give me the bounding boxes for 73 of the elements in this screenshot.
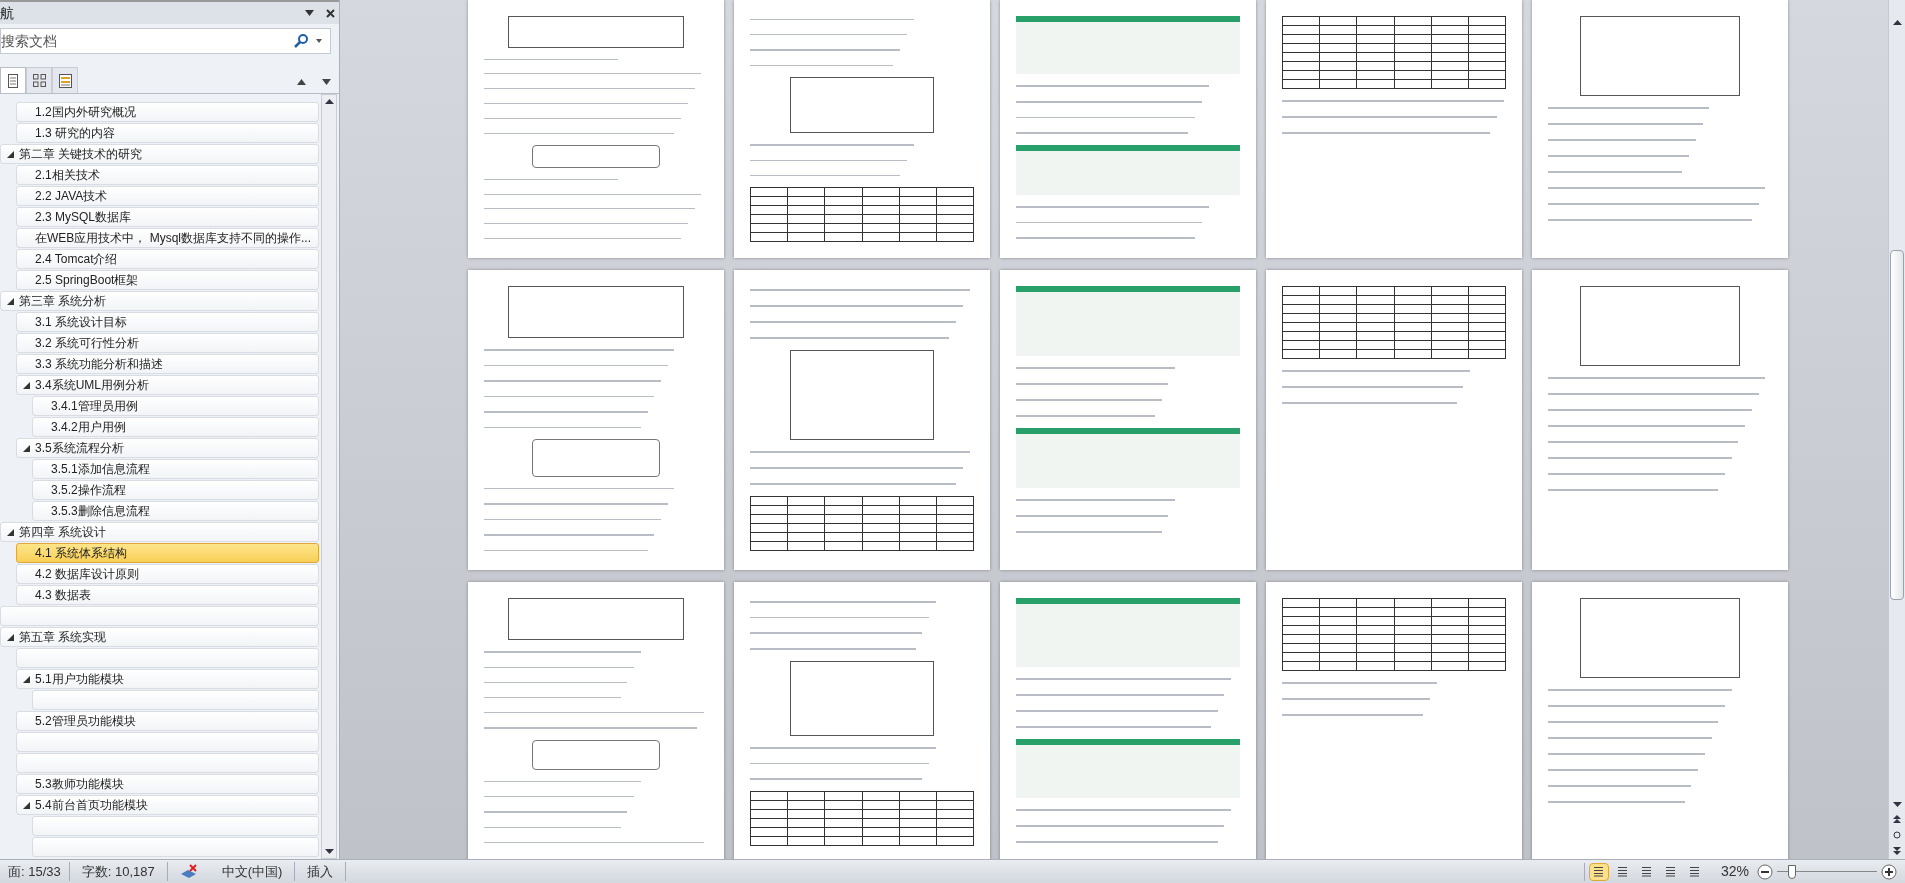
- layout-icon: [1641, 866, 1653, 877]
- layout-icon: [1617, 866, 1629, 877]
- tree-item[interactable]: 2.3 MySQL数据库: [16, 207, 319, 227]
- down-arrow-icon[interactable]: [322, 79, 331, 85]
- page-count[interactable]: 面: 15/33: [0, 861, 70, 882]
- up-arrow-icon[interactable]: [324, 99, 334, 104]
- view-tab[interactable]: [26, 67, 52, 93]
- scrollbar[interactable]: [321, 94, 337, 859]
- scrollbar[interactable]: [1888, 0, 1905, 859]
- collapse-triangle-icon[interactable]: [22, 675, 30, 683]
- browse-object-icon[interactable]: [1893, 831, 1901, 839]
- tree-item[interactable]: 5.1用户功能模块: [16, 669, 319, 689]
- dropdown-caret-icon[interactable]: [305, 10, 314, 16]
- tree-item[interactable]: 3.5系统流程分析: [16, 438, 319, 458]
- close-icon[interactable]: [326, 8, 335, 18]
- layout-icon: [1593, 866, 1605, 877]
- tree-item[interactable]: 3.5.2操作流程: [32, 480, 319, 500]
- view-button[interactable]: [1588, 862, 1609, 881]
- tree-item[interactable]: 4.1 系统体系结构: [16, 543, 319, 563]
- zoom-out-icon[interactable]: [1757, 863, 1773, 880]
- next-page-icon[interactable]: [1893, 847, 1901, 855]
- document-icon: [8, 73, 18, 88]
- tree-item[interactable]: 3.5.1添加信息流程: [32, 459, 319, 479]
- zoom-slider[interactable]: [1777, 864, 1877, 879]
- tree-item[interactable]: 1.3 研究的内容: [16, 123, 319, 143]
- down-arrow-icon[interactable]: [324, 849, 334, 854]
- view-tab[interactable]: [52, 67, 78, 93]
- tree-item[interactable]: 2.5 SpringBoot框架: [16, 270, 319, 290]
- slider-thumb[interactable]: [1788, 864, 1796, 879]
- scroll-thumb[interactable]: [1890, 250, 1904, 600]
- down-arrow-icon[interactable]: [1892, 802, 1902, 807]
- insert-mode[interactable]: 插入: [295, 861, 347, 882]
- tree-item[interactable]: 3.2 系统可行性分析: [16, 333, 319, 353]
- tree-item[interactable]: 3.3 系统功能分析和描述: [16, 354, 319, 374]
- collapse-triangle-icon[interactable]: [6, 633, 14, 641]
- previous-page-icon[interactable]: [1893, 815, 1901, 823]
- tree-item[interactable]: 3.4.2用户用例: [32, 417, 319, 437]
- tree-item[interactable]: 第二章 关键技术的研究: [0, 144, 319, 164]
- zoom-in-icon[interactable]: [1881, 863, 1897, 880]
- collapse-triangle-icon[interactable]: [22, 381, 30, 389]
- tree-item[interactable]: 第五章 系统实现: [0, 627, 319, 647]
- tree-item[interactable]: 在WEB应用技术中， Mysql数据库支持不同的操作...: [16, 228, 319, 248]
- grid-icon: [32, 74, 46, 87]
- tree-item[interactable]: 3.4系统UML用例分析: [16, 375, 319, 395]
- view-tab[interactable]: [0, 67, 26, 93]
- pane-title: 航: [0, 3, 14, 23]
- language-indicator[interactable]: 中文(中国): [209, 861, 296, 882]
- word-count[interactable]: 字数: 10,187: [69, 861, 168, 882]
- tree-item[interactable]: 4.2 数据库设计原则: [16, 564, 319, 584]
- tree-item[interactable]: 第四章 系统设计: [0, 522, 319, 542]
- layout-icon: [1665, 866, 1677, 877]
- up-arrow-icon[interactable]: [297, 79, 306, 85]
- tree-item[interactable]: 2.2 JAVA技术: [16, 186, 319, 206]
- tree-item[interactable]: 1.2国内外研究概况: [16, 102, 319, 122]
- tree-item[interactable]: 2.1相关技术: [16, 165, 319, 185]
- collapse-triangle-icon[interactable]: [22, 444, 30, 452]
- list-icon: [58, 73, 72, 88]
- collapse-triangle-icon[interactable]: [6, 297, 14, 305]
- tree-item[interactable]: 5.2管理员功能模块: [16, 711, 319, 731]
- tree-item[interactable]: 3.1 系统设计目标: [16, 312, 319, 332]
- up-arrow-icon[interactable]: [1892, 20, 1902, 25]
- tree-item[interactable]: 2.4 Tomcat介绍: [16, 249, 319, 269]
- tree-item[interactable]: 4.3 数据表: [16, 585, 319, 605]
- tree-item[interactable]: 第三章 系统分析: [0, 291, 319, 311]
- collapse-triangle-icon[interactable]: [22, 801, 30, 809]
- zoom-level[interactable]: 32%: [1720, 861, 1749, 882]
- layout-icon: [1689, 866, 1701, 877]
- collapse-triangle-icon[interactable]: [6, 528, 14, 536]
- tree-item[interactable]: 5.4前台首页功能模块: [16, 795, 319, 815]
- collapse-triangle-icon[interactable]: [6, 150, 14, 158]
- tree-item[interactable]: 3.5.3删除信息流程: [32, 501, 319, 521]
- tree-item[interactable]: 3.4.1管理员用例: [32, 396, 319, 416]
- tree-item[interactable]: 5.3教师功能模块: [16, 774, 319, 794]
